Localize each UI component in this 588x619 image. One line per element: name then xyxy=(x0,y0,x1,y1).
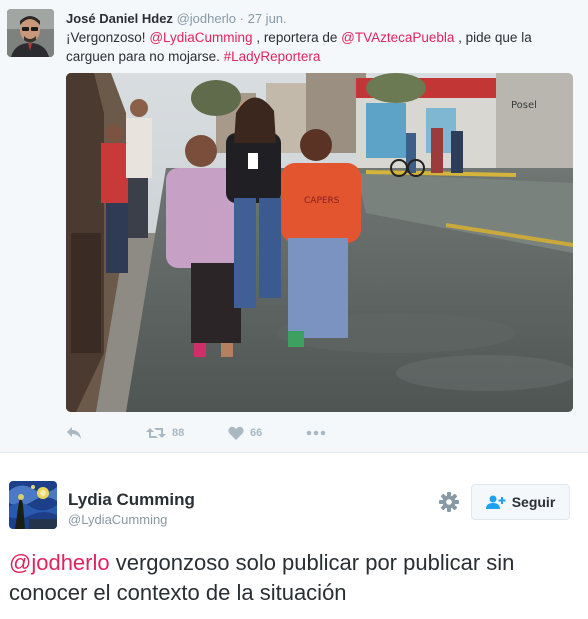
separator-dot: · xyxy=(239,11,244,26)
heart-icon xyxy=(228,426,244,440)
reply-icon xyxy=(67,427,81,439)
retweet-count: 88 xyxy=(172,427,185,439)
author-name[interactable]: José Daniel Hdez xyxy=(66,11,173,26)
svg-text:Posel: Posel xyxy=(511,100,537,111)
mention-link[interactable]: @jodherlo xyxy=(9,550,110,575)
tweet-text: ¡Vergonzoso! @LydiaCumming , reportera d… xyxy=(66,28,571,66)
follow-user-icon xyxy=(485,495,506,509)
reply-author-avatar[interactable] xyxy=(9,481,57,529)
tweet-original: José Daniel Hdez @jodherlo · 27 jun. ¡Ve… xyxy=(0,0,588,452)
tweet-timestamp[interactable]: 27 jun. xyxy=(248,11,287,26)
tweet-photo[interactable]: Posel CAPERS xyxy=(66,73,573,412)
tweet-divider xyxy=(0,452,588,453)
reply-tweet-text: @jodherlo vergonzoso solo publicar por p… xyxy=(9,548,579,608)
retweet-icon xyxy=(146,428,166,438)
follow-button[interactable]: Seguir xyxy=(471,484,570,520)
author-avatar[interactable] xyxy=(7,9,54,57)
reply-author-name[interactable]: Lydia Cumming xyxy=(68,490,195,510)
reply-author-handle[interactable]: @LydiaCumming xyxy=(68,512,167,527)
like-count: 66 xyxy=(250,427,263,439)
like-button[interactable]: 66 xyxy=(228,424,262,442)
reply-button[interactable] xyxy=(66,424,82,442)
mention-link[interactable]: @TVAztecaPuebla xyxy=(341,30,454,45)
tweet-text-part: ¡Vergonzoso! xyxy=(66,30,150,45)
retweet-button[interactable]: 88 xyxy=(146,424,184,442)
tweet-text-part: , reportera de xyxy=(252,30,342,45)
more-button[interactable] xyxy=(306,424,326,442)
svg-text:CAPERS: CAPERS xyxy=(304,196,340,206)
gear-icon[interactable] xyxy=(438,491,460,513)
more-icon xyxy=(306,430,326,436)
tweet-header: José Daniel Hdez @jodherlo · 27 jun. xyxy=(66,10,287,27)
tweet-actions: 88 66 xyxy=(66,424,366,442)
hashtag-link[interactable]: #LadyReportera xyxy=(224,49,321,64)
mention-link[interactable]: @LydiaCumming xyxy=(149,30,252,45)
follow-label: Seguir xyxy=(511,494,556,510)
author-handle[interactable]: @jodherlo xyxy=(177,11,236,26)
